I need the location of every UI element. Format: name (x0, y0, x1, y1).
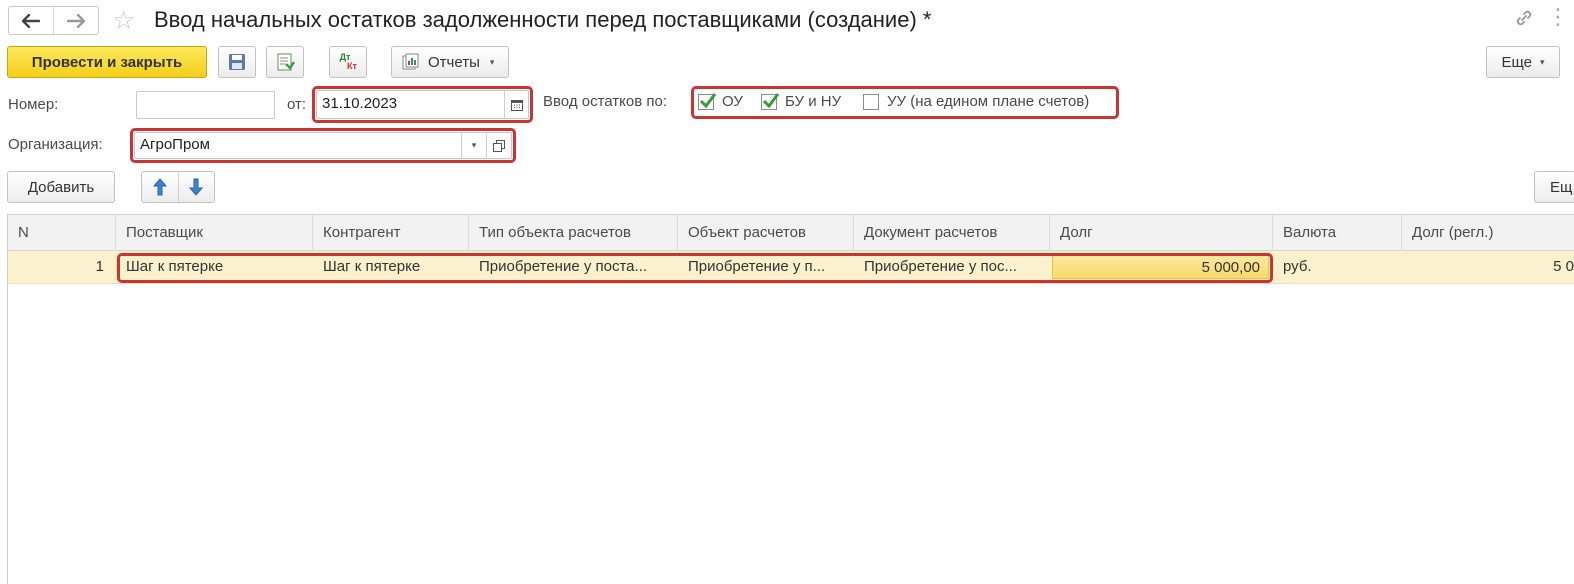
chevron-down-icon: ▾ (1540, 56, 1545, 67)
column-header-debt[interactable]: Долг (1050, 215, 1273, 251)
arrow-down-icon (189, 178, 204, 196)
column-header-n[interactable]: N (8, 215, 116, 251)
number-label: Номер: (8, 96, 59, 113)
calendar-icon (510, 99, 523, 111)
checkbox-bu-nu-label: БУ и НУ (785, 93, 842, 110)
check-icon (762, 93, 780, 109)
move-up-button[interactable] (142, 172, 179, 202)
kt-label: Кт (347, 61, 357, 71)
checkbox-uu[interactable]: УУ (на едином плане счетов) (863, 92, 1089, 112)
column-header-counterparty[interactable]: Контрагент (313, 215, 469, 251)
page-title: Ввод начальных остатков задолженности пе… (154, 7, 932, 32)
checkbox-bu-nu[interactable]: БУ и НУ (761, 92, 841, 112)
table-more-button[interactable]: Ещ (1534, 171, 1574, 203)
navigation-buttons (8, 6, 99, 35)
column-header-settlement-object[interactable]: Объект расчетов (678, 215, 854, 251)
more-label: Еще (1501, 53, 1532, 71)
reports-label: Отчеты (428, 53, 480, 71)
date-label: от: (287, 96, 307, 113)
save-icon (229, 54, 245, 70)
more-button[interactable]: Еще ▾ (1486, 46, 1560, 78)
calendar-button[interactable] (504, 91, 528, 118)
checkbox-ou-box[interactable] (698, 93, 717, 110)
number-input[interactable] (136, 91, 275, 119)
cell-debt-regl[interactable]: 5 0 (1402, 251, 1574, 283)
organization-open-button[interactable] (486, 133, 511, 158)
reports-dropdown[interactable]: Отчеты ▾ (391, 46, 509, 78)
post-document-icon (277, 53, 295, 71)
checkbox-ou[interactable]: ОУ (698, 92, 743, 112)
window-menu-icon[interactable]: ⋮ (1547, 6, 1569, 28)
checkbox-uu-label: УУ (на едином плане счетов) (887, 93, 1090, 110)
column-header-supplier[interactable]: Поставщик (116, 215, 313, 251)
save-button[interactable] (218, 46, 256, 78)
chevron-down-icon: ▾ (471, 140, 477, 150)
checkbox-uu-box[interactable] (863, 94, 879, 110)
balances-label: Ввод остатков по: (543, 93, 668, 110)
column-header-currency[interactable]: Валюта (1273, 215, 1402, 251)
organization-value: АгроПром (140, 136, 210, 153)
chevron-down-icon: ▾ (489, 56, 495, 67)
move-buttons (141, 171, 215, 203)
link-icon[interactable] (1514, 8, 1534, 32)
back-button[interactable] (9, 7, 53, 34)
dt-kt-button[interactable]: Дт Кт (329, 46, 367, 78)
arrow-up-icon (152, 178, 167, 196)
date-input[interactable]: 31.10.2023 (316, 90, 529, 119)
organization-dropdown-button[interactable]: ▾ (461, 133, 486, 158)
add-row-button[interactable]: Добавить (7, 171, 115, 203)
organization-label: Организация: (8, 136, 103, 153)
post-button[interactable] (266, 46, 304, 78)
arrow-right-icon (67, 13, 85, 28)
favorite-star-icon[interactable]: ☆ (112, 6, 135, 34)
date-value: 31.10.2023 (322, 95, 398, 112)
checkbox-bu-nu-box[interactable] (761, 93, 780, 110)
move-down-button[interactable] (179, 172, 215, 202)
forward-button[interactable] (53, 7, 98, 34)
table-header: N Поставщик Контрагент Тип объекта расче… (8, 214, 1574, 251)
checkbox-ou-label: ОУ (722, 93, 743, 110)
check-icon (699, 93, 717, 109)
cell-currency[interactable]: руб. (1273, 251, 1402, 283)
open-window-icon (493, 139, 505, 152)
organization-input[interactable]: АгроПром ▾ (134, 132, 512, 159)
highlight-row (117, 253, 1273, 283)
arrow-left-icon (22, 13, 40, 28)
column-header-settlement-document[interactable]: Документ расчетов (854, 215, 1050, 251)
reports-icon (402, 53, 419, 70)
cell-n: 1 (95, 258, 104, 275)
post-and-close-button[interactable]: Провести и закрыть (7, 46, 207, 78)
column-header-settlement-type[interactable]: Тип объекта расчетов (469, 215, 678, 251)
column-header-debt-regl[interactable]: Долг (регл.) (1402, 215, 1574, 251)
